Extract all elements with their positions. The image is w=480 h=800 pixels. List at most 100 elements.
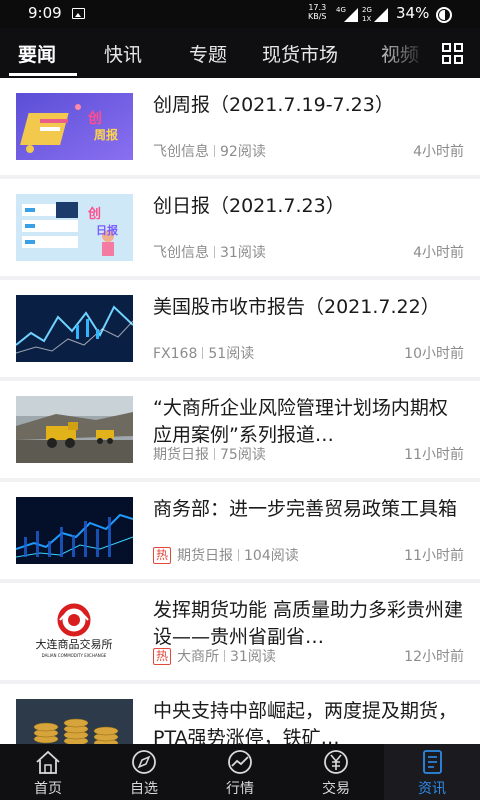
article-thumbnail <box>16 699 133 744</box>
daily-report-illustration: 创 日报 <box>16 194 133 261</box>
article-reads: 75阅读 <box>220 447 266 463</box>
article-item[interactable]: 创 周报 创周报（2021.7.19-7.23） 飞创信息 92阅读 4小时前 <box>0 78 480 175</box>
tab-fade-overlay <box>372 28 426 78</box>
meta-divider <box>238 549 240 561</box>
article-thumbnail: 创 日报 <box>16 194 133 261</box>
signal-2g-icon: 2G 1X <box>362 6 388 23</box>
bottom-navigation: 首页 自选 行情 交易 资讯 <box>0 744 480 800</box>
article-item[interactable]: 中央支持中部崛起，两度提及期货，PTA强势涨停，铁矿… <box>0 684 480 744</box>
article-thumbnail <box>16 396 133 463</box>
article-thumbnail <box>16 295 133 362</box>
article-meta: 飞创信息 92阅读 <box>153 141 266 161</box>
article-list[interactable]: 创 周报 创周报（2021.7.19-7.23） 飞创信息 92阅读 4小时前 <box>0 78 480 744</box>
weekly-badge-text: 创 <box>87 110 102 127</box>
image-notification-icon <box>72 8 85 19</box>
grid-icon <box>442 43 451 52</box>
article-title: “大商所企业风险管理计划场内期权应用案例”系列报道… <box>153 397 448 446</box>
article-reads: 31阅读 <box>230 649 276 665</box>
tab-headlines[interactable]: 要闻 <box>18 40 56 67</box>
article-meta: 热期货日报 104阅读 <box>153 545 299 565</box>
article-title: 美国股市收市报告（2021.7.22） <box>153 296 440 318</box>
signal-2g-label: 2G <box>362 6 372 14</box>
status-time: 9:09 <box>28 4 62 22</box>
signal-4g-icon: 4G <box>336 6 358 22</box>
nav-home[interactable]: 首页 <box>0 744 96 800</box>
dce-logo-cn: 大连商品交易所 <box>36 637 113 651</box>
article-item[interactable]: 大连商品交易所 DALIAN COMMODITY EXCHANGE 发挥期货功能… <box>0 583 480 680</box>
daily-badge-text: 创 <box>87 206 101 222</box>
article-time: 11小时前 <box>404 548 464 564</box>
article-source: 大商所 <box>177 649 220 665</box>
article-item[interactable]: 创 日报 创日报（2021.7.23） 飞创信息 31阅读 4小时前 <box>0 179 480 276</box>
article-time: 4小时前 <box>413 245 464 261</box>
article-source: 飞创信息 <box>153 144 209 160</box>
article-source: 期货日报 <box>153 447 209 463</box>
nav-trade[interactable]: 交易 <box>288 744 384 800</box>
nav-home-label: 首页 <box>34 781 62 797</box>
coins-image <box>16 699 133 744</box>
nav-trade-label: 交易 <box>322 781 350 797</box>
article-thumbnail <box>16 497 133 564</box>
article-item[interactable]: 商务部：进一步完善贸易政策工具箱 热期货日报 104阅读 11小时前 <box>0 482 480 579</box>
weekly-report-illustration: 创 周报 <box>16 93 133 160</box>
article-title: 创日报（2021.7.23） <box>153 195 345 217</box>
dce-logo-image: 大连商品交易所 DALIAN COMMODITY EXCHANGE <box>16 598 133 665</box>
article-source: 期货日报 <box>177 548 234 564</box>
article-thumbnail: 大连商品交易所 DALIAN COMMODITY EXCHANGE <box>16 598 133 665</box>
network-speed-unit: KB/S <box>308 12 327 21</box>
article-time: 12小时前 <box>404 649 464 665</box>
weekly-word-text: 周报 <box>94 127 118 142</box>
dce-logo-en: DALIAN COMMODITY EXCHANGE <box>42 653 107 658</box>
tab-flash-news[interactable]: 快讯 <box>104 40 142 67</box>
stock-chart-image <box>16 295 133 362</box>
status-bar: 9:09 17.3 KB/S 4G 2G 1X 34% <box>0 0 480 28</box>
article-title: 商务部：进一步完善贸易政策工具箱 <box>153 498 458 520</box>
mining-trucks-image <box>16 396 133 463</box>
article-title: 发挥期货功能 高质量助力多彩贵州建设——贵州省副省… <box>153 599 464 648</box>
article-title: 中央支持中部崛起，两度提及期货，PTA强势涨停，铁矿… <box>153 700 458 744</box>
signal-4g-label: 4G <box>336 6 346 14</box>
signal-slot-label: 1X <box>362 15 371 23</box>
nav-quotes[interactable]: 行情 <box>192 744 288 800</box>
article-reads: 31阅读 <box>220 245 266 261</box>
news-icon <box>423 750 442 774</box>
daily-word-text: 日报 <box>96 223 119 237</box>
nav-watchlist-label: 自选 <box>130 781 158 797</box>
article-thumbnail: 创 周报 <box>16 93 133 160</box>
category-tabbar: 要闻 快讯 专题 现货市场 视频 <box>0 28 480 78</box>
article-reads: 51阅读 <box>208 346 255 362</box>
nav-watchlist[interactable]: 自选 <box>96 744 192 800</box>
article-source: FX168 <box>153 346 198 362</box>
article-meta: 期货日报 75阅读 <box>153 444 266 464</box>
article-reads: 92阅读 <box>220 144 266 160</box>
hot-badge: 热 <box>153 547 172 564</box>
meta-divider <box>224 650 226 662</box>
active-tab-indicator <box>9 73 77 76</box>
article-item[interactable]: 美国股市收市报告（2021.7.22） FX168 51阅读 10小时前 <box>0 280 480 377</box>
home-icon <box>36 750 60 774</box>
article-meta: 飞创信息 31阅读 <box>153 242 266 262</box>
article-source: 飞创信息 <box>153 245 209 261</box>
nav-quotes-label: 行情 <box>226 781 254 797</box>
meta-divider <box>214 145 215 157</box>
article-reads: 104阅读 <box>244 548 299 564</box>
article-time: 10小时前 <box>404 346 464 362</box>
tab-spot-market[interactable]: 现货市场 <box>262 40 338 67</box>
nav-news-label: 资讯 <box>418 781 446 797</box>
channel-grid-button[interactable] <box>426 28 480 78</box>
article-time: 11小时前 <box>404 447 464 463</box>
meta-divider <box>214 246 215 258</box>
battery-icon <box>436 7 452 23</box>
nav-news[interactable]: 资讯 <box>384 744 480 800</box>
tab-topics[interactable]: 专题 <box>189 40 227 67</box>
compass-icon <box>132 750 156 774</box>
blue-market-image <box>16 497 133 564</box>
network-speed-value: 17.3 <box>308 3 327 12</box>
article-meta: 热大商所 31阅读 <box>153 646 276 666</box>
article-item[interactable]: “大商所企业风险管理计划场内期权应用案例”系列报道… 期货日报 75阅读 11小时… <box>0 381 480 478</box>
battery-percent: 34% <box>396 4 430 22</box>
article-title: 创周报（2021.7.19-7.23） <box>153 94 394 116</box>
meta-divider <box>214 448 215 460</box>
meta-divider <box>202 347 204 359</box>
article-time: 4小时前 <box>413 144 464 160</box>
